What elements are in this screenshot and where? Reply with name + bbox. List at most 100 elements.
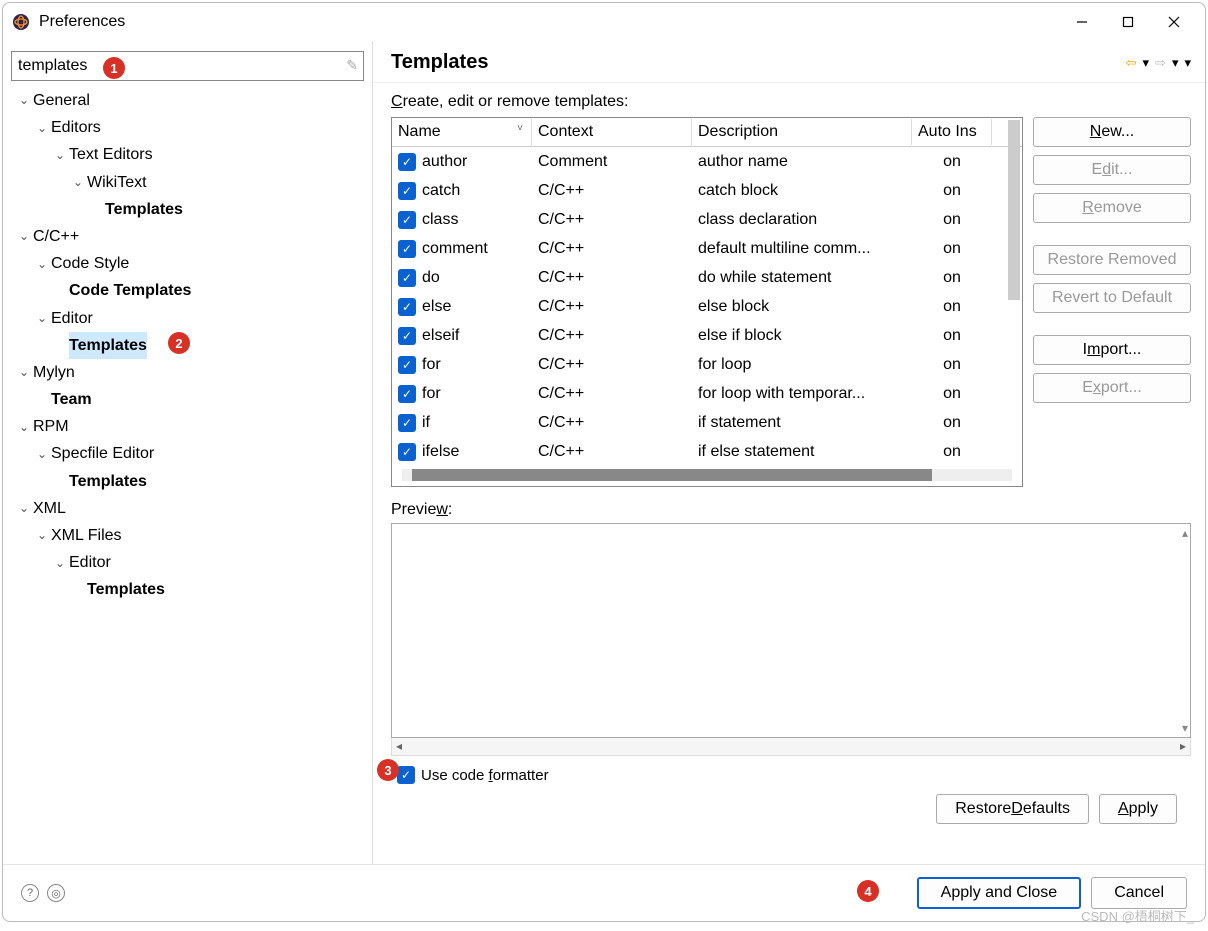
- tree-label[interactable]: Templates: [87, 576, 165, 603]
- table-row[interactable]: ✓forC/C++for loopon: [392, 350, 1022, 379]
- chevron-down-icon[interactable]: ⌄: [15, 498, 33, 518]
- table-row[interactable]: ✓ifC/C++if statementon: [392, 408, 1022, 437]
- col-description[interactable]: Description: [692, 119, 912, 145]
- table-row[interactable]: ✓catchC/C++catch blockon: [392, 176, 1022, 205]
- back-menu-icon[interactable]: ▾: [1143, 55, 1150, 71]
- tree-label[interactable]: Code Style: [51, 250, 129, 277]
- chevron-down-icon[interactable]: ⌄: [15, 90, 33, 110]
- chevron-down-icon[interactable]: ⌄: [33, 308, 51, 328]
- remove-button[interactable]: Remove: [1033, 193, 1191, 223]
- table-vertical-scrollbar[interactable]: [1008, 120, 1020, 300]
- tree-label[interactable]: Editors: [51, 114, 101, 141]
- template-checkbox[interactable]: ✓: [398, 414, 416, 432]
- template-checkbox[interactable]: ✓: [398, 182, 416, 200]
- tree-item[interactable]: ⌄Code Style: [11, 250, 364, 277]
- tree-item[interactable]: ⌄C/C++: [11, 223, 364, 250]
- template-checkbox[interactable]: ✓: [398, 327, 416, 345]
- table-row[interactable]: ✓commentC/C++default multiline comm...on: [392, 234, 1022, 263]
- template-checkbox[interactable]: ✓: [398, 211, 416, 229]
- tree-item[interactable]: ⌄Text Editors: [11, 141, 364, 168]
- import-button[interactable]: Import...: [1033, 335, 1191, 365]
- chevron-down-icon[interactable]: ⌄: [15, 226, 33, 246]
- tree-item[interactable]: ⌄XML: [11, 495, 364, 522]
- table-row[interactable]: ✓elseC/C++else blockon: [392, 292, 1022, 321]
- table-row[interactable]: ✓authorCommentauthor nameon: [392, 147, 1022, 176]
- preview-scroll-up-icon[interactable]: ▴: [1182, 526, 1188, 540]
- tree-item[interactable]: Templates: [11, 196, 364, 223]
- clear-filter-icon[interactable]: ✎: [346, 57, 358, 74]
- tree-item[interactable]: ⌄Editor: [11, 549, 364, 576]
- tree-item[interactable]: Code Templates: [11, 277, 364, 304]
- table-scroll-thumb[interactable]: [412, 469, 932, 481]
- template-checkbox[interactable]: ✓: [398, 240, 416, 258]
- filter-input[interactable]: [11, 51, 364, 81]
- export-prefs-icon[interactable]: ◎: [47, 884, 65, 902]
- table-row[interactable]: ✓forC/C++for loop with temporar...on: [392, 379, 1022, 408]
- tree-label[interactable]: Templates: [105, 196, 183, 223]
- chevron-down-icon[interactable]: ⌄: [33, 254, 51, 274]
- maximize-button[interactable]: [1105, 6, 1151, 38]
- template-checkbox[interactable]: ✓: [398, 153, 416, 171]
- tree-item[interactable]: ⌄WikiText: [11, 169, 364, 196]
- template-checkbox[interactable]: ✓: [398, 356, 416, 374]
- use-formatter-checkbox[interactable]: ✓: [397, 766, 415, 784]
- table-horizontal-scrollbar[interactable]: [402, 469, 1012, 481]
- tree-label[interactable]: Templates: [69, 332, 147, 359]
- preview-area[interactable]: ▴ ▾: [391, 523, 1191, 738]
- preview-scroll-right-icon[interactable]: ▸: [1180, 739, 1186, 753]
- tree-label[interactable]: Code Templates: [69, 277, 191, 304]
- chevron-down-icon[interactable]: ⌄: [33, 118, 51, 138]
- tree-item[interactable]: ⌄RPM: [11, 413, 364, 440]
- edit-button[interactable]: Edit...: [1033, 155, 1191, 185]
- preview-scroll-down-icon[interactable]: ▾: [1182, 721, 1188, 735]
- preview-scroll-left-icon[interactable]: ◂: [396, 739, 402, 753]
- col-name[interactable]: Name˅: [392, 119, 532, 145]
- preview-horizontal-scrollbar[interactable]: ◂ ▸: [391, 738, 1191, 756]
- back-icon[interactable]: ⇦: [1126, 55, 1137, 71]
- tree-item[interactable]: ⌄General: [11, 87, 364, 114]
- chevron-down-icon[interactable]: ⌄: [51, 145, 69, 165]
- cancel-button[interactable]: Cancel: [1091, 877, 1187, 909]
- minimize-button[interactable]: [1059, 6, 1105, 38]
- forward-icon[interactable]: ⇨: [1155, 55, 1166, 71]
- table-row[interactable]: ✓ifelseC/C++if else statementon: [392, 437, 1022, 466]
- tree-item[interactable]: Templates: [11, 576, 364, 603]
- tree-item[interactable]: Templates: [11, 468, 364, 495]
- chevron-down-icon[interactable]: ⌄: [15, 417, 33, 437]
- table-row[interactable]: ✓classC/C++class declarationon: [392, 205, 1022, 234]
- tree-label[interactable]: C/C++: [33, 223, 79, 250]
- template-checkbox[interactable]: ✓: [398, 269, 416, 287]
- tree-item[interactable]: ⌄Specfile Editor: [11, 440, 364, 467]
- tree-label[interactable]: Team: [51, 386, 92, 413]
- close-button[interactable]: [1151, 6, 1197, 38]
- template-checkbox[interactable]: ✓: [398, 385, 416, 403]
- tree-label[interactable]: XML Files: [51, 522, 122, 549]
- tree-item[interactable]: ⌄XML Files: [11, 522, 364, 549]
- tree-item[interactable]: ⌄Editor: [11, 305, 364, 332]
- page-menu-icon[interactable]: ▾: [1184, 55, 1191, 71]
- apply-button[interactable]: Apply: [1099, 794, 1177, 824]
- revert-to-default-button[interactable]: Revert to Default: [1033, 283, 1191, 313]
- tree-label[interactable]: XML: [33, 495, 66, 522]
- tree-label[interactable]: General: [33, 87, 90, 114]
- template-checkbox[interactable]: ✓: [398, 443, 416, 461]
- help-icon[interactable]: ?: [21, 884, 39, 902]
- chevron-down-icon[interactable]: ⌄: [69, 172, 87, 192]
- tree-item[interactable]: ⌄Mylyn: [11, 359, 364, 386]
- restore-removed-button[interactable]: Restore Removed: [1033, 245, 1191, 275]
- tree-label[interactable]: Text Editors: [69, 141, 153, 168]
- template-checkbox[interactable]: ✓: [398, 298, 416, 316]
- table-row[interactable]: ✓elseifC/C++else if blockon: [392, 321, 1022, 350]
- col-auto-insert[interactable]: Auto Ins: [912, 119, 992, 145]
- export-button[interactable]: Export...: [1033, 373, 1191, 403]
- new-button[interactable]: New...: [1033, 117, 1191, 147]
- restore-defaults-button[interactable]: Restore Defaults: [936, 794, 1089, 824]
- tree-label[interactable]: WikiText: [87, 169, 147, 196]
- table-row[interactable]: ✓doC/C++do while statementon: [392, 263, 1022, 292]
- tree-label[interactable]: Mylyn: [33, 359, 75, 386]
- tree-label[interactable]: Editor: [51, 305, 93, 332]
- chevron-down-icon[interactable]: ⌄: [51, 553, 69, 573]
- tree-label[interactable]: Templates: [69, 468, 147, 495]
- chevron-down-icon[interactable]: ⌄: [33, 525, 51, 545]
- tree-label[interactable]: RPM: [33, 413, 69, 440]
